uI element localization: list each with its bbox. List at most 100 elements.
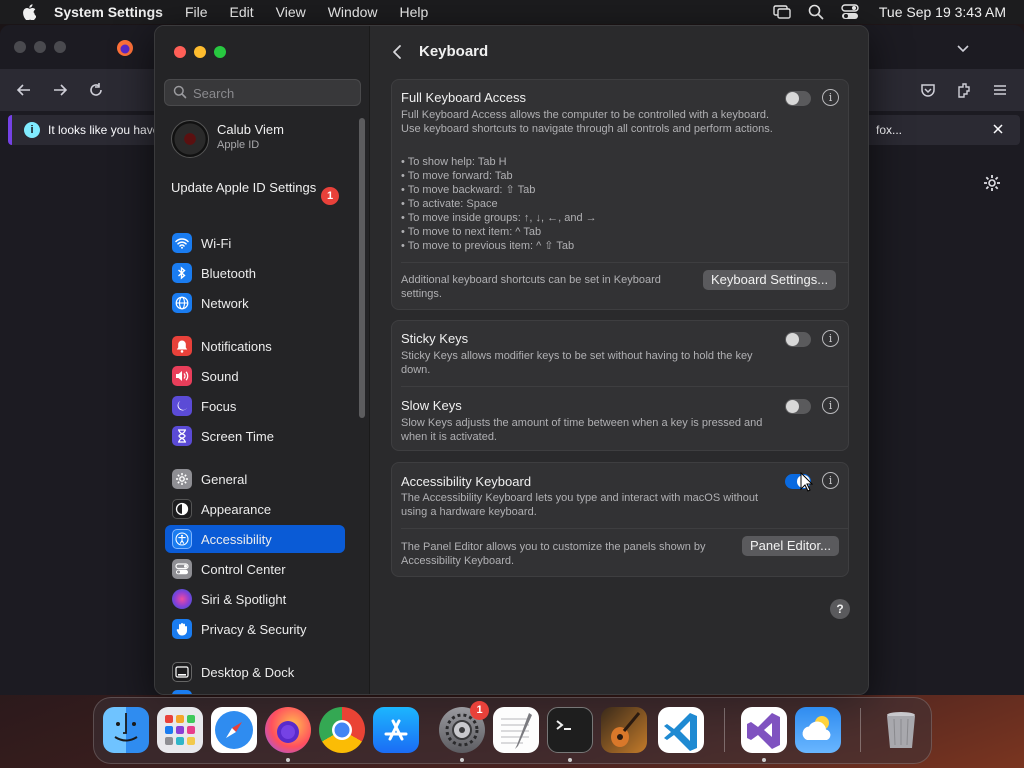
sidebar-item-sound[interactable]: Sound: [165, 362, 345, 390]
sidebar-item-label: Appearance: [201, 501, 272, 517]
screen-mirroring-icon[interactable]: [772, 2, 792, 22]
chevron-down-icon[interactable]: [954, 39, 972, 57]
hamburger-menu-icon[interactable]: [990, 80, 1010, 100]
pocket-icon[interactable]: [918, 80, 938, 100]
system-settings-window: Calub Viem Apple ID Update Apple ID Sett…: [154, 25, 869, 695]
sidebar-item-label: Network: [201, 295, 249, 311]
search-field[interactable]: [164, 79, 361, 106]
full-keyboard-access-toggle[interactable]: [785, 91, 811, 106]
sidebar-item-label: Control Center: [201, 561, 286, 577]
spotlight-search-icon[interactable]: [806, 2, 826, 22]
apple-id-account[interactable]: Calub Viem Apple ID: [171, 120, 361, 160]
firefox-tab-icon[interactable]: [116, 39, 134, 57]
menu-app-name[interactable]: System Settings: [50, 0, 174, 24]
reload-icon[interactable]: [86, 80, 106, 100]
sidebar-item-siri-spotlight[interactable]: Siri & Spotlight: [165, 585, 345, 613]
siri-icon: [172, 589, 192, 609]
control-center-icon[interactable]: [840, 2, 860, 22]
visual-studio-code-app-icon[interactable]: [658, 707, 704, 753]
sidebar-item-focus[interactable]: Focus: [165, 392, 345, 420]
app-store-app-icon[interactable]: [373, 707, 419, 753]
help-button[interactable]: ?: [830, 599, 850, 619]
sidebar-item-privacy-security[interactable]: Privacy & Security: [165, 615, 345, 643]
window-minimize-button[interactable]: [194, 46, 206, 58]
gear-icon: [172, 469, 192, 489]
sidebar-item-control-center[interactable]: Control Center: [165, 555, 345, 583]
garageband-app-icon[interactable]: [601, 707, 647, 753]
sidebar-item-screen-time[interactable]: Screen Time: [165, 422, 345, 450]
running-indicator: [762, 758, 766, 762]
trash-icon[interactable]: [878, 707, 924, 753]
menu-edit[interactable]: Edit: [219, 0, 265, 24]
avatar: [171, 120, 209, 158]
sidebar-item-notifications[interactable]: Notifications: [165, 332, 345, 360]
window-zoom-button[interactable]: [214, 46, 226, 58]
window-close-button[interactable]: [174, 46, 186, 58]
sidebar-item-label: Accessibility: [201, 531, 272, 547]
menu-window[interactable]: Window: [317, 0, 389, 24]
sidebar-item-appearance[interactable]: Appearance: [165, 495, 345, 523]
system-settings-badge: 1: [470, 701, 489, 720]
sidebar-item-label: Focus: [201, 398, 237, 414]
browser-zoom-button[interactable]: [54, 41, 66, 53]
accessibility-keyboard-description: The Accessibility Keyboard lets you type…: [401, 492, 759, 518]
shortcut-item: • To show help: Tab H: [401, 156, 507, 168]
shortcut-item: • To move to previous item: ^ ⇧ Tab: [401, 240, 575, 252]
sidebar-item-label: Notifications: [201, 338, 272, 354]
hourglass-icon: [172, 426, 192, 446]
content-pane: Keyboard Full Keyboard Access Full Keybo…: [370, 26, 868, 694]
sidebar-item-bluetooth[interactable]: Bluetooth: [165, 259, 345, 287]
finder-app-icon[interactable]: [103, 707, 149, 753]
weather-app-icon[interactable]: [795, 707, 841, 753]
chrome-app-icon[interactable]: [319, 707, 365, 753]
launchpad-app-icon[interactable]: [157, 707, 203, 753]
sidebar-item-label: Desktop & Dock: [201, 664, 295, 680]
sidebar-item-wifi[interactable]: Wi-Fi: [165, 229, 345, 257]
visual-studio-app-icon[interactable]: [741, 707, 787, 753]
info-icon[interactable]: i: [822, 89, 839, 106]
safari-app-icon[interactable]: [211, 707, 257, 753]
close-icon[interactable]: [990, 121, 1006, 137]
back-chevron-icon[interactable]: [390, 43, 404, 61]
sticky-keys-toggle[interactable]: [785, 332, 811, 347]
back-arrow-icon[interactable]: [14, 80, 34, 100]
menu-help[interactable]: Help: [389, 0, 440, 24]
info-icon[interactable]: i: [822, 330, 839, 347]
apple-menu-icon[interactable]: [18, 0, 40, 24]
textedit-app-icon[interactable]: [493, 707, 539, 753]
info-icon: i: [24, 122, 40, 138]
sidebar-item-label: Sound: [201, 368, 239, 384]
notification-action-text[interactable]: fox...: [876, 123, 902, 137]
shortcut-item: • To activate: Space: [401, 198, 498, 210]
browser-minimize-button[interactable]: [34, 41, 46, 53]
slow-keys-toggle[interactable]: [785, 399, 811, 414]
menu-file[interactable]: File: [174, 0, 219, 24]
running-indicator: [286, 758, 290, 762]
sidebar-item-desktop-dock[interactable]: Desktop & Dock: [165, 658, 345, 686]
extensions-icon[interactable]: [954, 80, 974, 100]
menu-bar: System Settings File Edit View Window He…: [0, 0, 1024, 24]
sidebar-item-accessibility[interactable]: Accessibility: [165, 525, 345, 553]
sidebar-item-label: General: [201, 471, 248, 487]
menu-bar-clock[interactable]: Tue Sep 19 3:43 AM: [879, 4, 1006, 20]
update-apple-id-settings[interactable]: Update Apple ID Settings: [171, 180, 341, 196]
keyboard-settings-button[interactable]: Keyboard Settings...: [703, 270, 837, 290]
sidebar-item-general[interactable]: General: [165, 465, 345, 493]
terminal-app-icon[interactable]: [547, 707, 593, 753]
account-name: Calub Viem: [217, 122, 284, 137]
search-input[interactable]: [193, 83, 353, 103]
panel-editor-button[interactable]: Panel Editor...: [742, 536, 839, 556]
firefox-app-icon[interactable]: [265, 707, 311, 753]
dock-icon: [172, 662, 192, 682]
info-icon[interactable]: i: [822, 397, 839, 414]
forward-arrow-icon[interactable]: [50, 80, 70, 100]
page-title: Keyboard: [419, 43, 489, 60]
sidebar-item-network[interactable]: Network: [165, 289, 345, 317]
gear-icon[interactable]: [982, 173, 1002, 193]
menu-view[interactable]: View: [265, 0, 317, 24]
sidebar-scrollbar[interactable]: [359, 118, 365, 418]
moon-icon: [172, 396, 192, 416]
bell-icon: [172, 336, 192, 356]
info-icon[interactable]: i: [822, 472, 839, 489]
browser-close-button[interactable]: [14, 41, 26, 53]
